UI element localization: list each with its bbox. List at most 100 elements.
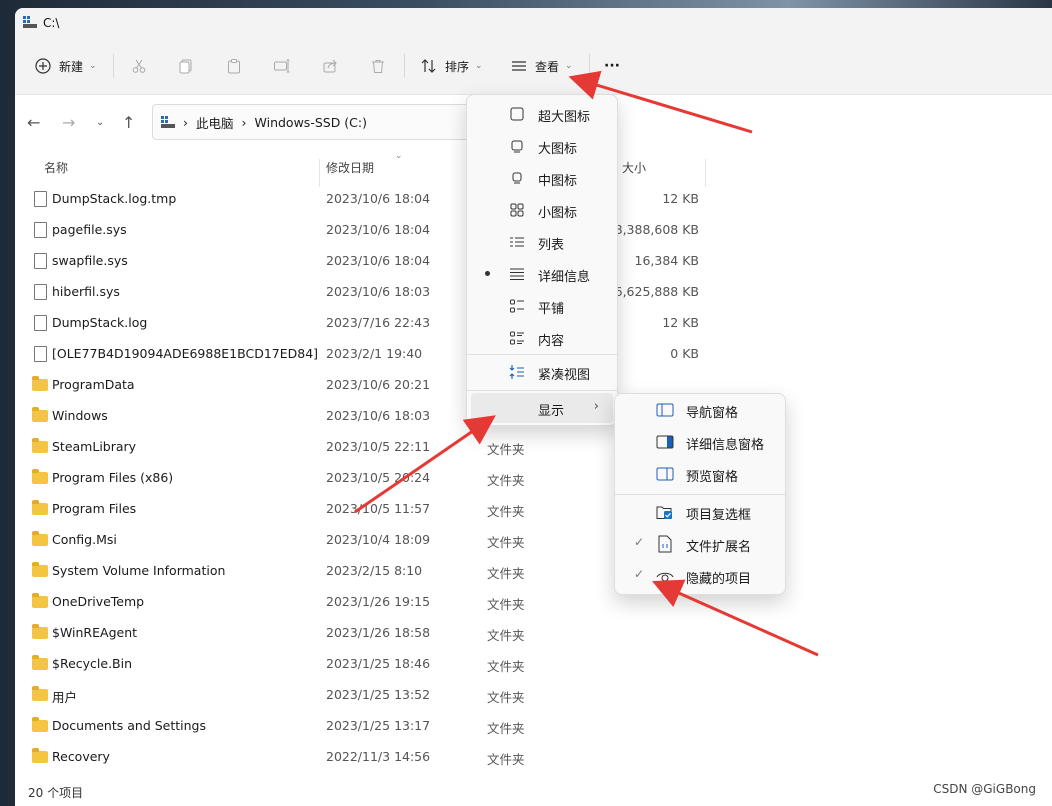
more-button[interactable]: ··· bbox=[604, 52, 620, 80]
file-type: 文件夹 bbox=[487, 504, 525, 519]
breadcrumb-drive-c[interactable]: Windows-SSD (C:) bbox=[255, 115, 367, 130]
menu-item[interactable]: 项目复选框 bbox=[619, 497, 781, 527]
column-name[interactable]: 名称 bbox=[44, 159, 68, 176]
chevron-down-icon[interactable]: ⌄ bbox=[96, 117, 104, 128]
column-date[interactable]: 修改日期 bbox=[326, 159, 374, 176]
table-row[interactable]: $WinREAgent 2023/1/26 18:58 文件夹 bbox=[15, 617, 1052, 648]
sort-button-label: 排序 bbox=[445, 59, 470, 74]
file-type: 文件夹 bbox=[487, 659, 525, 674]
share-button[interactable] bbox=[320, 52, 340, 80]
selected-dot-icon bbox=[485, 271, 490, 276]
menu-item-label: 平铺 bbox=[538, 302, 565, 317]
checkmark-icon: ✓ bbox=[634, 535, 645, 549]
file-type: 文件夹 bbox=[487, 473, 525, 488]
menu-item-label: 显示 bbox=[538, 404, 565, 419]
table-row[interactable]: Program Files 2023/10/5 11:57 文件夹 bbox=[15, 493, 1052, 524]
table-row[interactable]: Recovery 2022/11/3 14:56 文件夹 bbox=[15, 741, 1052, 772]
cut-button[interactable] bbox=[129, 52, 149, 80]
table-row[interactable]: OneDriveTemp 2023/1/26 19:15 文件夹 bbox=[15, 586, 1052, 617]
menu-item-label: 超大图标 bbox=[538, 110, 591, 125]
menu-item[interactable]: 大图标 bbox=[471, 131, 613, 161]
file-type: 文件夹 bbox=[487, 690, 525, 705]
file-date: 2023/1/25 13:17 bbox=[326, 718, 431, 733]
menu-item-compact-view[interactable]: 紧凑视图 bbox=[471, 357, 613, 387]
menu-item-label: 列表 bbox=[538, 238, 565, 253]
table-row[interactable]: Documents and Settings 2023/1/25 13:17 文件夹 bbox=[15, 710, 1052, 741]
menu-item[interactable]: 超大图标 bbox=[471, 99, 613, 129]
folder-icon bbox=[32, 717, 48, 732]
file-date: 2023/10/6 18:04 bbox=[326, 191, 431, 206]
menu-item-label: 小图标 bbox=[538, 206, 578, 221]
checkmark-icon: ✓ bbox=[634, 567, 645, 581]
file-name: OneDriveTemp bbox=[52, 594, 145, 609]
menu-item[interactable]: 预览窗格 bbox=[619, 459, 781, 489]
file-date: 2023/10/6 18:04 bbox=[326, 222, 431, 237]
view-button[interactable]: 查看 ⌄ bbox=[509, 52, 573, 80]
sort-button[interactable]: 排序 ⌄ bbox=[419, 52, 483, 80]
file-type: 文件夹 bbox=[487, 628, 525, 643]
menu-item-show[interactable]: 显示 › bbox=[471, 393, 613, 423]
folder-icon bbox=[32, 469, 48, 484]
extra-large-icons-icon bbox=[508, 105, 526, 123]
table-row[interactable]: Program Files (x86) 2023/10/5 20:24 文件夹 bbox=[15, 462, 1052, 493]
chevron-down-icon: ⌄ bbox=[565, 61, 573, 71]
paste-button[interactable] bbox=[224, 52, 244, 80]
file-date: 2023/10/6 18:04 bbox=[326, 253, 431, 268]
file-name: $Recycle.Bin bbox=[52, 656, 133, 671]
rename-icon bbox=[272, 56, 292, 76]
breadcrumb-this-pc[interactable]: 此电脑 bbox=[196, 113, 234, 132]
file-name: DumpStack.log.tmp bbox=[52, 191, 177, 206]
view-menu: 超大图标大图标 中图标小图标列表详细信息平铺内容 紧凑视图 显示 › bbox=[466, 94, 618, 426]
file-name: Windows bbox=[52, 408, 108, 423]
menu-item[interactable]: 内容 bbox=[471, 323, 613, 353]
clipboard-icon bbox=[224, 56, 244, 76]
up-arrow-icon[interactable]: ↑ bbox=[122, 113, 135, 132]
delete-button[interactable] bbox=[368, 52, 388, 80]
show-submenu: 导航窗格 详细信息窗格 预览窗格项目复选框 ✓ 文件扩展名 ✓ 隐藏的项目 bbox=[614, 393, 786, 595]
folder-icon bbox=[32, 593, 48, 608]
plus-circle-icon bbox=[33, 56, 53, 76]
drive-icon bbox=[23, 16, 37, 28]
folder-icon bbox=[32, 500, 48, 515]
menu-item-label: 文件扩展名 bbox=[686, 540, 752, 555]
menu-item[interactable]: 详细信息窗格 bbox=[619, 427, 781, 457]
menu-item[interactable]: 导航窗格 bbox=[619, 395, 781, 425]
menu-item[interactable]: 小图标 bbox=[471, 195, 613, 225]
file-icon bbox=[34, 315, 47, 331]
toolbar-separator bbox=[404, 54, 405, 78]
file-date: 2023/1/25 18:46 bbox=[326, 656, 431, 671]
chevron-right-icon: › bbox=[241, 114, 247, 130]
back-arrow-icon[interactable]: ← bbox=[27, 113, 40, 132]
new-button[interactable]: 新建 ⌄ bbox=[33, 52, 97, 80]
menu-item[interactable]: 平铺 bbox=[471, 291, 613, 321]
folder-icon bbox=[32, 686, 48, 701]
table-row[interactable]: 用户 2023/1/25 13:52 文件夹 bbox=[15, 679, 1052, 710]
menu-item[interactable]: 列表 bbox=[471, 227, 613, 257]
menu-item[interactable]: 中图标 bbox=[471, 163, 613, 193]
menu-item-label: 紧凑视图 bbox=[538, 368, 591, 383]
menu-item[interactable]: ✓ 文件扩展名 bbox=[619, 529, 781, 559]
table-row[interactable]: Config.Msi 2023/10/4 18:09 文件夹 bbox=[15, 524, 1052, 555]
table-row[interactable]: SteamLibrary 2023/10/5 22:11 文件夹 bbox=[15, 431, 1052, 462]
copy-icon bbox=[176, 56, 196, 76]
preview-pane-icon bbox=[656, 465, 674, 483]
column-size[interactable]: 大小 bbox=[622, 159, 646, 176]
status-item-count: 20 个项目 bbox=[28, 786, 84, 800]
share-icon bbox=[320, 56, 340, 76]
file-size: 16,384 KB bbox=[634, 253, 699, 268]
address-bar[interactable]: › 此电脑 › Windows-SSD (C:) bbox=[152, 104, 484, 140]
file-name: Recovery bbox=[52, 749, 110, 764]
content-icon bbox=[508, 329, 526, 347]
title-bar[interactable]: C:\ bbox=[15, 8, 1052, 38]
table-row[interactable]: $Recycle.Bin 2023/1/25 18:46 文件夹 bbox=[15, 648, 1052, 679]
small-icons-icon bbox=[508, 201, 526, 219]
rename-button[interactable] bbox=[272, 52, 292, 80]
copy-button[interactable] bbox=[176, 52, 196, 80]
menu-item[interactable]: ✓ 隐藏的项目 bbox=[619, 561, 781, 591]
menu-item[interactable]: 详细信息 bbox=[471, 259, 613, 289]
forward-arrow-icon[interactable]: → bbox=[62, 113, 75, 132]
file-date: 2023/1/26 19:15 bbox=[326, 594, 431, 609]
menu-separator bbox=[467, 354, 617, 355]
file-date: 2023/7/16 22:43 bbox=[326, 315, 431, 330]
table-row[interactable]: System Volume Information 2023/2/15 8:10 文… bbox=[15, 555, 1052, 586]
